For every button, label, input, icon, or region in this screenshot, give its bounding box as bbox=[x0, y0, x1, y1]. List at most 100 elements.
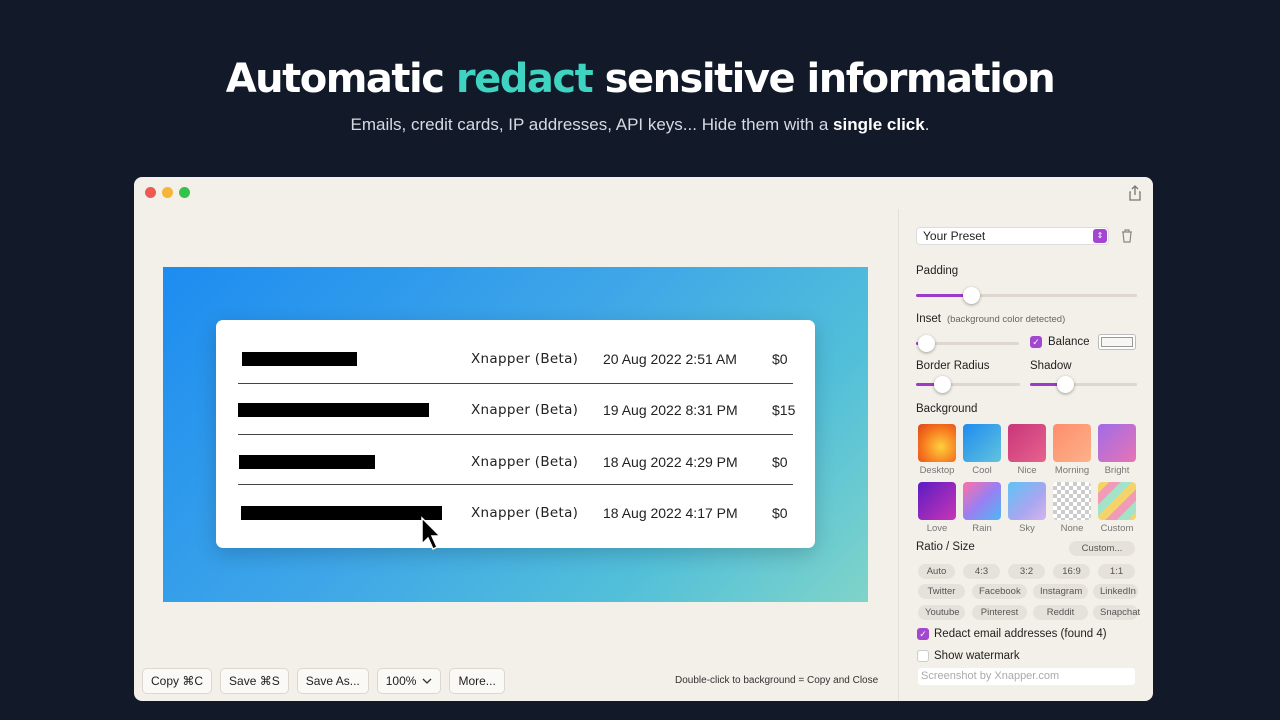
background-option-bright[interactable]: Bright bbox=[1098, 424, 1136, 476]
background-option-nice[interactable]: Nice bbox=[1008, 424, 1046, 476]
inset-color-well[interactable] bbox=[1098, 334, 1136, 350]
padding-label: Padding bbox=[916, 265, 958, 277]
hero-title-start: Automatic bbox=[226, 56, 456, 102]
row-date: 18 Aug 2022 4:29 PM bbox=[603, 454, 738, 470]
row-amount: $0 bbox=[772, 454, 788, 470]
background-option-morning[interactable]: Morning bbox=[1053, 424, 1091, 476]
custom-size-button[interactable]: Custom... bbox=[1069, 541, 1135, 556]
size-chip-youtube[interactable]: Youtube bbox=[918, 605, 965, 620]
background-option-cool[interactable]: Cool bbox=[963, 424, 1001, 476]
show-watermark-label: Show watermark bbox=[934, 650, 1020, 662]
background-label: Background bbox=[916, 403, 977, 415]
table-row: Xnapper (Beta) 20 Aug 2022 2:51 AM $0 bbox=[216, 334, 815, 384]
balance-checkbox[interactable]: ✓ bbox=[1030, 336, 1042, 348]
trash-icon[interactable] bbox=[1120, 228, 1134, 243]
background-name: Bright bbox=[1098, 465, 1136, 476]
background-thumb bbox=[918, 482, 956, 520]
more-button[interactable]: More... bbox=[449, 668, 504, 694]
row-app: Xnapper (Beta) bbox=[471, 505, 578, 521]
ratio-chip-3-2[interactable]: 3:2 bbox=[1008, 564, 1045, 579]
chevron-down-icon bbox=[422, 677, 432, 685]
size-chip-snapchat[interactable]: Snapchat bbox=[1093, 605, 1138, 620]
zoom-window-button[interactable] bbox=[179, 187, 190, 198]
row-app: Xnapper (Beta) bbox=[471, 402, 578, 418]
share-icon[interactable] bbox=[1127, 185, 1143, 201]
background-thumb bbox=[1098, 482, 1136, 520]
save-as-button-label: Save As... bbox=[306, 674, 360, 688]
row-amount: $15 bbox=[772, 402, 795, 418]
redacted-email bbox=[241, 506, 442, 520]
inset-slider[interactable] bbox=[916, 342, 1019, 345]
background-option-none[interactable]: None bbox=[1053, 482, 1091, 534]
show-watermark-checkbox[interactable] bbox=[917, 650, 929, 662]
row-divider bbox=[238, 383, 793, 384]
shadow-slider[interactable] bbox=[1030, 383, 1137, 386]
ratio-chip-1-1[interactable]: 1:1 bbox=[1098, 564, 1135, 579]
size-chip-instagram[interactable]: Instagram bbox=[1033, 584, 1088, 599]
background-option-rain[interactable]: Rain bbox=[963, 482, 1001, 534]
border-radius-slider[interactable] bbox=[916, 383, 1020, 386]
background-thumb bbox=[1098, 424, 1136, 462]
hero-subtitle: Emails, credit cards, IP addresses, API … bbox=[0, 115, 1280, 135]
redacted-email bbox=[242, 352, 357, 366]
watermark-text-field[interactable]: Screenshot by Xnapper.com bbox=[918, 668, 1135, 685]
slider-knob[interactable] bbox=[1057, 376, 1074, 393]
row-amount: $0 bbox=[772, 505, 788, 521]
save-button[interactable]: Save ⌘S bbox=[220, 668, 289, 694]
background-name: Sky bbox=[1008, 523, 1046, 534]
size-chip-pinterest[interactable]: Pinterest bbox=[972, 605, 1027, 620]
background-thumb bbox=[1053, 424, 1091, 462]
app-window: Xnapper (Beta) 20 Aug 2022 2:51 AM $0 Xn… bbox=[134, 177, 1153, 701]
hero-subtitle-start: Emails, credit cards, IP addresses, API … bbox=[351, 115, 834, 134]
background-thumb bbox=[1008, 482, 1046, 520]
background-thumb bbox=[1053, 482, 1091, 520]
background-option-custom[interactable]: Custom bbox=[1098, 482, 1136, 534]
hero-subtitle-bold: single click bbox=[833, 115, 925, 134]
background-name: Nice bbox=[1008, 465, 1046, 476]
row-date: 18 Aug 2022 4:17 PM bbox=[603, 505, 738, 521]
row-app: Xnapper (Beta) bbox=[471, 351, 578, 367]
ratio-chip-auto[interactable]: Auto bbox=[918, 564, 955, 579]
background-thumb bbox=[963, 424, 1001, 462]
background-name: Morning bbox=[1053, 465, 1091, 476]
ratio-size-label: Ratio / Size bbox=[916, 541, 975, 553]
background-option-desktop[interactable]: Desktop bbox=[918, 424, 956, 476]
table-row: Xnapper (Beta) 19 Aug 2022 8:31 PM $15 bbox=[216, 385, 815, 435]
inset-label-text: Inset bbox=[916, 313, 941, 325]
size-chip-linkedin[interactable]: LinkedIn bbox=[1093, 584, 1138, 599]
mouse-pointer-icon bbox=[420, 516, 444, 552]
zoom-select-value: 100% bbox=[386, 674, 417, 688]
ratio-chip-16-9[interactable]: 16:9 bbox=[1053, 564, 1090, 579]
minimize-window-button[interactable] bbox=[162, 187, 173, 198]
save-as-button[interactable]: Save As... bbox=[297, 668, 369, 694]
preset-select[interactable]: Your Preset⇕ bbox=[916, 227, 1109, 245]
inset-color-swatch bbox=[1101, 337, 1133, 347]
slider-knob[interactable] bbox=[963, 287, 980, 304]
redact-email-checkbox[interactable]: ✓ bbox=[917, 628, 929, 640]
background-option-sky[interactable]: Sky bbox=[1008, 482, 1046, 534]
inset-label: Inset(background color detected) bbox=[916, 313, 1065, 325]
redact-email-label: Redact email addresses (found 4) bbox=[934, 628, 1107, 640]
shadow-label: Shadow bbox=[1030, 360, 1072, 372]
background-option-love[interactable]: Love bbox=[918, 482, 956, 534]
slider-knob[interactable] bbox=[934, 376, 951, 393]
screenshot-canvas[interactable]: Xnapper (Beta) 20 Aug 2022 2:51 AM $0 Xn… bbox=[163, 267, 868, 602]
close-window-button[interactable] bbox=[145, 187, 156, 198]
ratio-chip-4-3[interactable]: 4:3 bbox=[963, 564, 1000, 579]
hero-title-accent: redact bbox=[456, 56, 592, 102]
zoom-select[interactable]: 100% bbox=[377, 668, 442, 694]
padding-slider[interactable] bbox=[916, 294, 1137, 297]
border-radius-label: Border Radius bbox=[916, 360, 990, 372]
size-chip-twitter[interactable]: Twitter bbox=[918, 584, 965, 599]
transaction-card: Xnapper (Beta) 20 Aug 2022 2:51 AM $0 Xn… bbox=[216, 320, 815, 548]
hero-subtitle-end: . bbox=[925, 115, 930, 134]
size-chip-facebook[interactable]: Facebook bbox=[972, 584, 1027, 599]
copy-button[interactable]: Copy ⌘C bbox=[142, 668, 212, 694]
background-name: Cool bbox=[963, 465, 1001, 476]
row-date: 19 Aug 2022 8:31 PM bbox=[603, 402, 738, 418]
size-chip-reddit[interactable]: Reddit bbox=[1033, 605, 1088, 620]
slider-knob[interactable] bbox=[918, 335, 935, 352]
row-app: Xnapper (Beta) bbox=[471, 454, 578, 470]
background-name: Desktop bbox=[918, 465, 956, 476]
hero-title: Automatic redact sensitive information bbox=[0, 56, 1280, 102]
